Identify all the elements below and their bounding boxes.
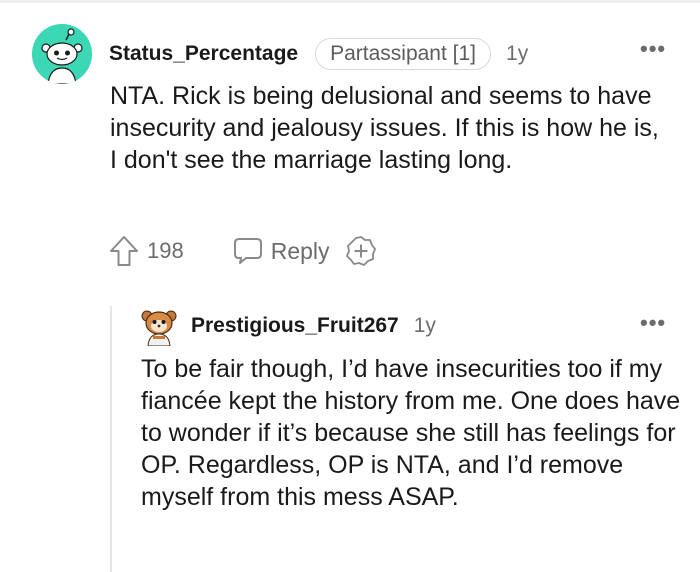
username[interactable]: Status_Percentage <box>109 42 298 66</box>
avatar[interactable] <box>140 306 178 347</box>
more-options-icon[interactable]: ••• <box>640 310 666 336</box>
snoo-avatar-icon <box>32 24 92 84</box>
avatar[interactable] <box>32 24 92 84</box>
comment-header: Prestigious_Fruit267 1y <box>191 312 436 340</box>
comment-age: 1y <box>506 42 529 65</box>
comment-body: To be fair though, I’d have insecurities… <box>141 355 681 511</box>
award-plus-icon[interactable] <box>345 235 377 267</box>
username[interactable]: Prestigious_Fruit267 <box>191 314 399 338</box>
upvote-arrow-icon[interactable] <box>108 234 140 268</box>
comment-age: 1y <box>413 314 436 337</box>
comment-body: NTA. Rick is being delusional and seems … <box>110 82 659 174</box>
snoo-avatar-icon <box>141 310 177 347</box>
comment-header: Status_Percentage Partassipant [1] 1y <box>109 38 528 70</box>
user-flair: Partassipant [1] <box>315 38 492 70</box>
reply-bubble-icon <box>232 236 264 266</box>
top-divider <box>0 0 700 3</box>
comment-actions: 198 Reply <box>108 233 377 269</box>
vote-count: 198 <box>147 238 184 263</box>
more-options-icon[interactable]: ••• <box>640 36 666 62</box>
reply-button[interactable]: Reply <box>232 236 330 266</box>
thread-line[interactable] <box>110 306 112 572</box>
reply-label: Reply <box>270 237 330 264</box>
